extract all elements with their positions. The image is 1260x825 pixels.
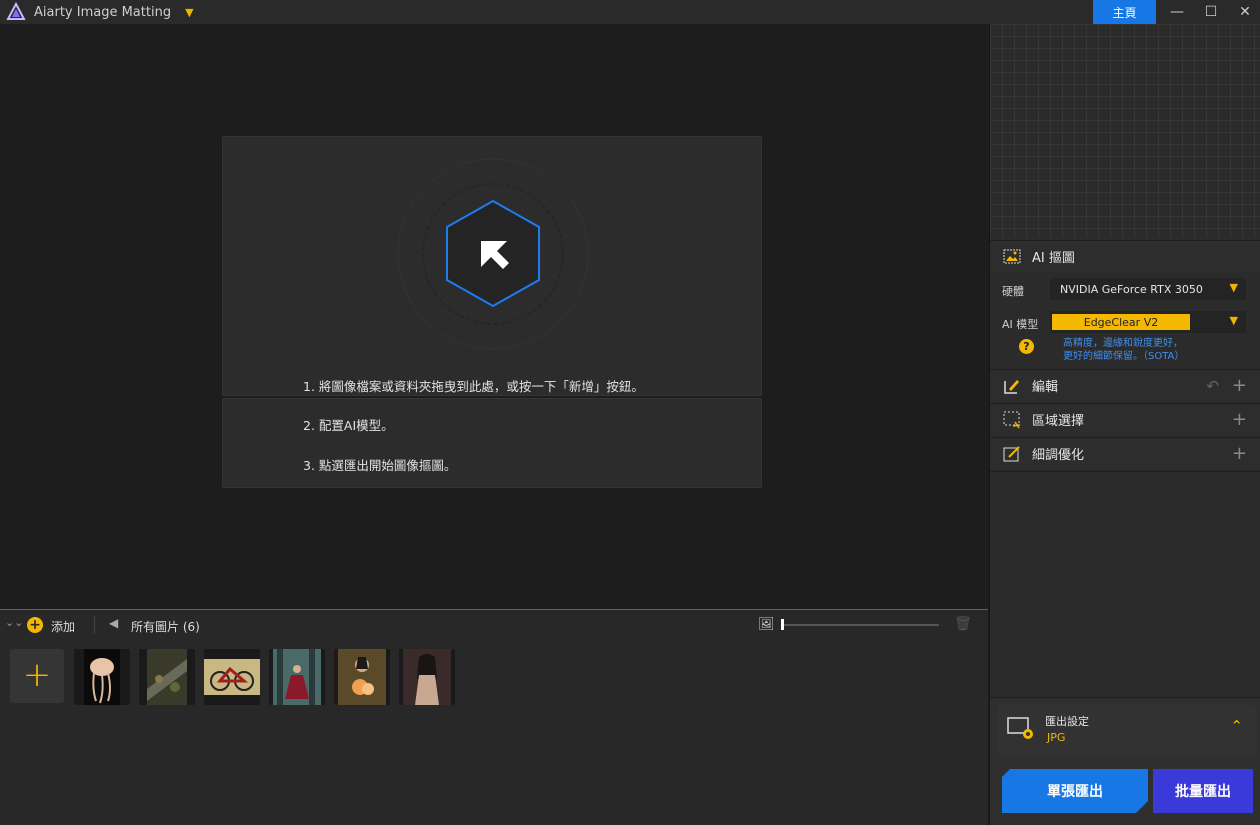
hardware-label: 硬體 [1002,285,1024,298]
thumbnail-jellyfish[interactable] [74,649,130,705]
ai-matting-header[interactable]: AI 摳圖 [990,240,1260,272]
drop-zone-steps: 2. 配置AI模型。 3. 點選匯出開始圖像摳圖。 [222,398,762,488]
thumbnail-woman-red-dress[interactable] [269,649,325,705]
preview-grid [990,24,1260,238]
edit-header[interactable]: 編輯 ↶ + [990,369,1260,401]
close-button[interactable]: ✕ [1228,0,1260,24]
region-plus-icon[interactable]: + [1232,409,1247,430]
add-icon[interactable]: + [27,617,43,633]
strip-toolbar: ⌄⌄ + 添加 ◀ 所有圖片 (6) 🖼 🗑 [0,610,988,640]
minimize-button[interactable]: — [1160,0,1194,24]
refine-icon [1003,446,1020,462]
chevron-down-icon: ▼ [1229,281,1238,294]
undo-icon[interactable]: ↶ [1206,377,1219,395]
title-bar: Aiarty Image Matting ▼ 主頁 — ☐ ✕ [0,0,1260,24]
batch-export-button[interactable]: 批量匯出 [1153,769,1253,813]
model-description-line2: 更好的細節保留。（SOTA） [1063,351,1185,362]
divider [94,616,95,634]
image-size-icon: 🖼 [758,617,775,632]
add-button[interactable]: 添加 [51,618,75,635]
step-2-text: 2. 配置AI模型。 [303,418,394,433]
app-title: Aiarty Image Matting [34,4,172,20]
refine-plus-icon[interactable]: + [1232,443,1247,464]
model-value: EdgeClear V2 [1052,314,1190,330]
edit-icon [1004,380,1019,394]
all-images-label: 所有圖片 (6) [131,620,200,634]
home-button[interactable]: 主頁 [1093,0,1156,24]
chevron-down-icon[interactable]: ▼ [185,6,193,19]
edit-plus-icon[interactable]: + [1232,375,1247,396]
step-1-text: 1. 將圖像檔案或資料夾拖曳到此處，或按一下「新增」按鈕。 [303,379,644,394]
export-settings-title: 匯出設定 [1045,715,1089,728]
trash-icon[interactable]: 🗑 [954,616,972,632]
region-header[interactable]: 區域選擇 + [990,403,1260,435]
hardware-select[interactable]: NVIDIA GeForce RTX 3050 ▼ [1050,278,1246,300]
thumbnail-bicycle[interactable] [204,649,260,705]
ai-matting-title: AI 摳圖 [1032,251,1075,266]
refine-title: 細調優化 [1032,448,1085,463]
drop-zone[interactable]: 1. 將圖像檔案或資料夾拖曳到此處，或按一下「新增」按鈕。 [222,136,762,396]
help-icon[interactable]: ? [1019,339,1034,354]
region-select-icon [1003,411,1021,429]
add-image-tile[interactable]: + [10,649,64,703]
model-select[interactable]: EdgeClear V2 ▼ [1050,311,1246,333]
back-arrow-icon[interactable]: ◀ [109,616,118,630]
ai-matting-icon [1003,249,1021,264]
export-settings[interactable]: 匯出設定 JPG ⌃ [998,705,1257,755]
panel-empty-space [990,471,1260,697]
region-title: 區域選擇 [1032,414,1085,429]
export-settings-icon [1007,717,1033,739]
hardware-value: NVIDIA GeForce RTX 3050 [1060,282,1203,296]
step-3-text: 3. 點選匯出開始圖像摳圖。 [303,458,457,473]
refine-header[interactable]: 細調優化 + [990,437,1260,469]
app-logo-icon [6,2,26,20]
thumbnail-woman-bouquet[interactable] [334,649,390,705]
export-format: JPG [1047,731,1066,744]
slider-handle[interactable] [781,619,784,630]
canvas-area[interactable]: 1. 將圖像檔案或資料夾拖曳到此處，或按一下「新增」按鈕。 2. 配置AI模型。… [0,24,988,609]
maximize-button[interactable]: ☐ [1194,0,1228,24]
thumbnail-mossy-log[interactable] [139,649,195,705]
right-panel: AI 摳圖 硬體 NVIDIA GeForce RTX 3050 ▼ AI 模型… [989,24,1260,825]
thumbnail-woman-floral-dress[interactable] [399,649,455,705]
chevron-down-icon: ▼ [1229,314,1238,327]
model-label: AI 模型 [1002,318,1039,331]
collapse-icon[interactable]: ⌄⌄ [5,616,23,629]
upload-icon [397,158,589,350]
expand-up-icon[interactable]: ⌃ [1230,717,1243,735]
thumbnail-strip: ⌄⌄ + 添加 ◀ 所有圖片 (6) 🖼 🗑 + [0,609,988,825]
thumbnail-size-slider[interactable] [781,624,939,626]
single-export-button[interactable]: 單張匯出 [1002,769,1148,813]
edit-title: 編輯 [1032,380,1059,395]
